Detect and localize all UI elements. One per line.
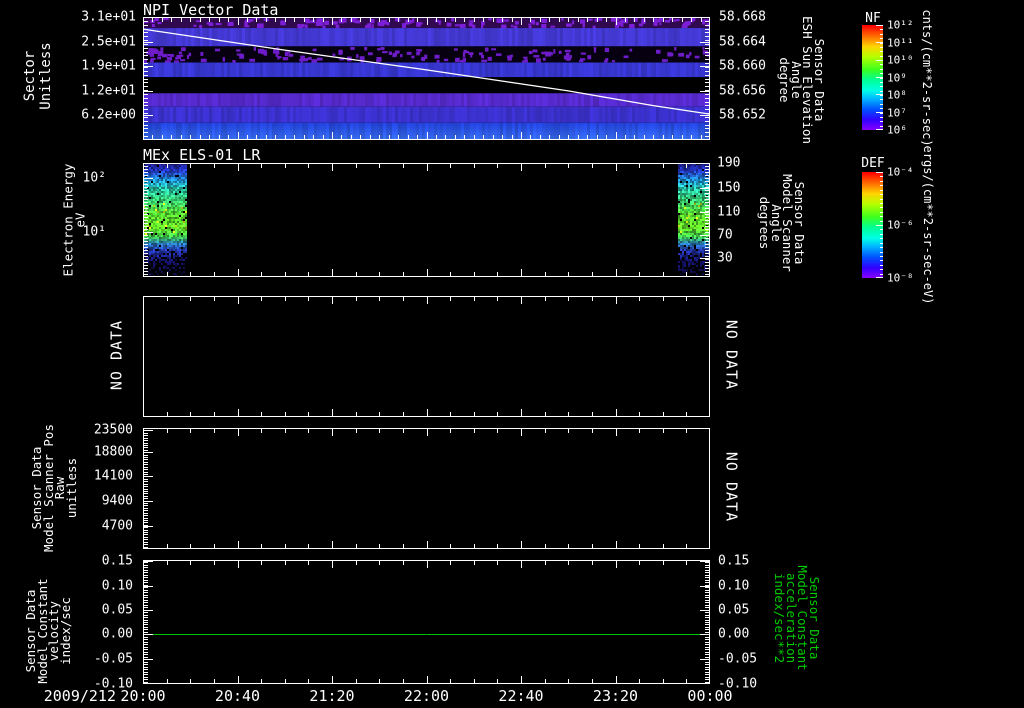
tick-label: 10¹ [82,224,106,240]
tick-label: 10⁸ [887,88,907,102]
x-axis-tick-label: 22:00 [403,687,450,705]
tick-label: 10⁻⁴ [887,165,914,179]
x-axis-tick-label: 21:20 [309,687,355,705]
tick-label: 10¹² [887,18,914,32]
tick-label: 58.652 [719,107,766,123]
tick-label: -0.05 [718,651,758,667]
tick-label: 10¹¹ [887,36,914,49]
panel1-sector-heatmap [143,17,710,140]
tick-label: 3.1e+01 [81,9,136,25]
tick-label: 58.664 [719,34,766,50]
x-axis-tick-label: 22:40 [498,687,544,705]
tick-label: -0.05 [93,651,133,667]
tick-label: 0.05 [101,602,133,618]
panel5-right-axis-label: Sensor Data Model Constant acceleration … [772,565,823,671]
nf-colorbar [862,25,883,130]
x-axis-tick-label: 00:00 [687,687,733,705]
tick-label: 14100 [93,468,133,484]
def-colorbar-title: DEF [861,156,885,171]
tick-label: 4700 [101,518,133,534]
tick-label: 0.15 [718,553,750,569]
tick-label: 0.10 [101,578,133,593]
panel1-right-axis-label: Sensor Data ESH Sun Elevation Angle degr… [777,16,828,144]
tick-label: 10² [82,170,106,186]
tick-label: 0.00 [718,626,750,642]
panel2-title: MEx ELS-01 LR [143,146,261,164]
def-colorbar [862,172,883,278]
tick-label: 2.5e+01 [81,34,136,50]
panel4-y-axis-label: Sensor Data Model Scanner Pos Raw unitle… [29,424,79,552]
x-axis-tick-label: 20:00 [120,687,166,705]
panel3-no-data-label-right: NO DATA [722,319,741,391]
x-axis-tick-label: 20:40 [214,687,261,705]
panel2-right-axis-label: Sensor Data Model Scanner Angle degrees [757,174,808,272]
panel3-no-data-label-left: NO DATA [107,319,126,391]
tick-label: 190 [717,155,741,171]
tick-label: 10⁷ [887,106,907,119]
panel3-empty-plot [143,296,710,417]
tick-label: 10¹⁰ [887,53,914,67]
panel4-no-data-label-right: NO DATA [722,451,741,523]
x-axis-date-label: 2009/212 [43,687,116,705]
tick-label: 10⁹ [887,71,907,84]
nf-colorbar-title: NF [865,11,881,26]
tick-label: 0.05 [718,602,750,618]
tick-label: 58.656 [719,83,766,99]
tick-label: 9400 [101,493,133,509]
panel2-energy-spectrogram [143,163,710,277]
tick-label: 0.10 [718,578,750,593]
panel5-velocity-plot [143,560,710,684]
tick-label: 10⁻⁶ [887,218,914,232]
tick-label: 58.668 [719,9,766,25]
tick-label: 18800 [93,444,133,460]
x-axis-tick-label: 23:20 [592,687,639,705]
tick-label: 58.660 [719,58,766,74]
plot-screen: NPI Vector Data MEx ELS-01 LR NF DEF cnt… [0,0,1024,708]
tick-label: 10⁶ [887,123,907,137]
tick-label: 0.15 [101,553,133,569]
tick-label: 150 [717,180,741,196]
tick-label: 30 [717,250,733,266]
panel4-empty-plot [143,428,710,549]
tick-label: 0.00 [101,626,133,642]
panel1-y-axis-label: Sector Unitless [22,42,54,110]
tick-label: 23500 [93,422,133,438]
tick-label: 1.9e+01 [81,58,136,74]
tick-label: 6.2e+00 [81,107,136,123]
tick-label: 1.2e+01 [81,83,136,99]
tick-label: 70 [717,227,733,243]
tick-label: 110 [717,204,741,220]
tick-label: 10⁻⁸ [887,271,914,285]
